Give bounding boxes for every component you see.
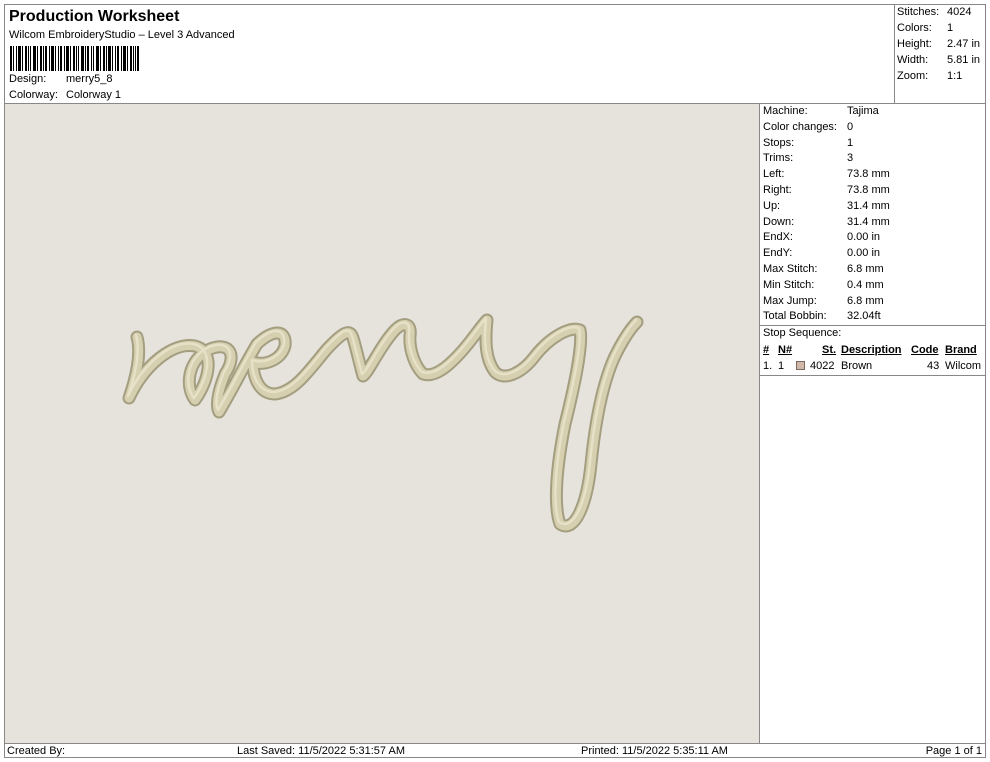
page-frame	[4, 4, 986, 758]
